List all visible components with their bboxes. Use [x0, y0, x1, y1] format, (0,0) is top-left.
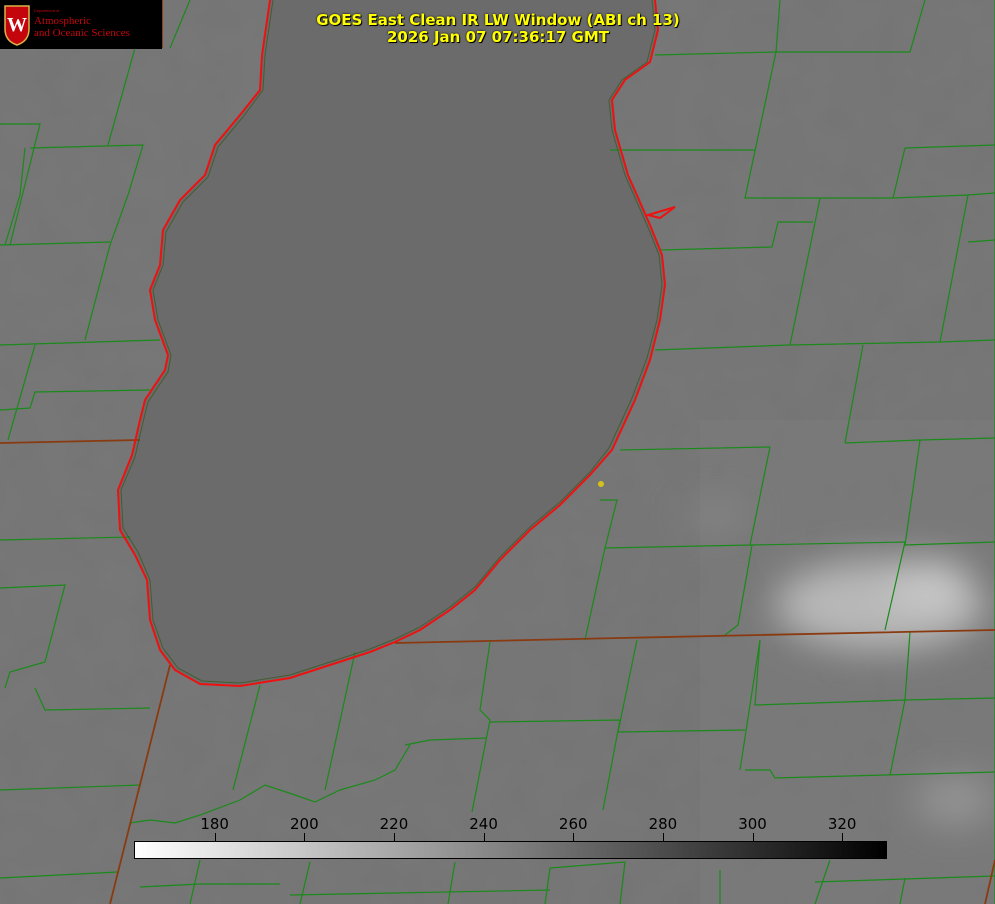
uw-crest-icon: W	[4, 5, 30, 46]
colorbar-tick	[842, 833, 844, 841]
logo-department: Department of	[34, 8, 60, 13]
image-title: GOES East Clean IR LW Window (ABI ch 13)…	[248, 12, 748, 46]
temperature-colorbar	[134, 841, 887, 859]
colorbar-tick-label: 320	[827, 815, 857, 833]
colorbar-tick-label: 180	[200, 815, 229, 833]
aos-logo: W Department of Atmospheric and Oceanic …	[0, 0, 162, 49]
colorbar-tick	[393, 833, 395, 841]
satellite-map	[0, 0, 995, 904]
logo-line1: Atmospheric	[34, 15, 91, 27]
colorbar-tick	[304, 833, 306, 841]
colorbar-tick-label: 260	[558, 815, 588, 833]
location-marker	[598, 481, 604, 487]
colorbar-tick	[752, 833, 754, 841]
colorbar-tick-label: 300	[738, 815, 767, 833]
colorbar-tick	[214, 833, 216, 841]
title-line2: 2026 Jan 07 07:36:17 GMT	[387, 28, 609, 46]
colorbar-tick	[483, 833, 485, 841]
colorbar-tick-label: 220	[379, 815, 409, 833]
crest-letter: W	[7, 14, 27, 36]
colorbar-tick-label: 240	[469, 815, 498, 833]
colorbar-tick-label: 280	[648, 815, 678, 833]
colorbar-tick	[573, 833, 575, 841]
logo-line2: and Oceanic Sciences	[34, 27, 130, 39]
title-line1: GOES East Clean IR LW Window (ABI ch 13)	[316, 11, 680, 29]
colorbar-tick-label: 200	[289, 815, 319, 833]
colorbar-tick	[662, 833, 664, 841]
